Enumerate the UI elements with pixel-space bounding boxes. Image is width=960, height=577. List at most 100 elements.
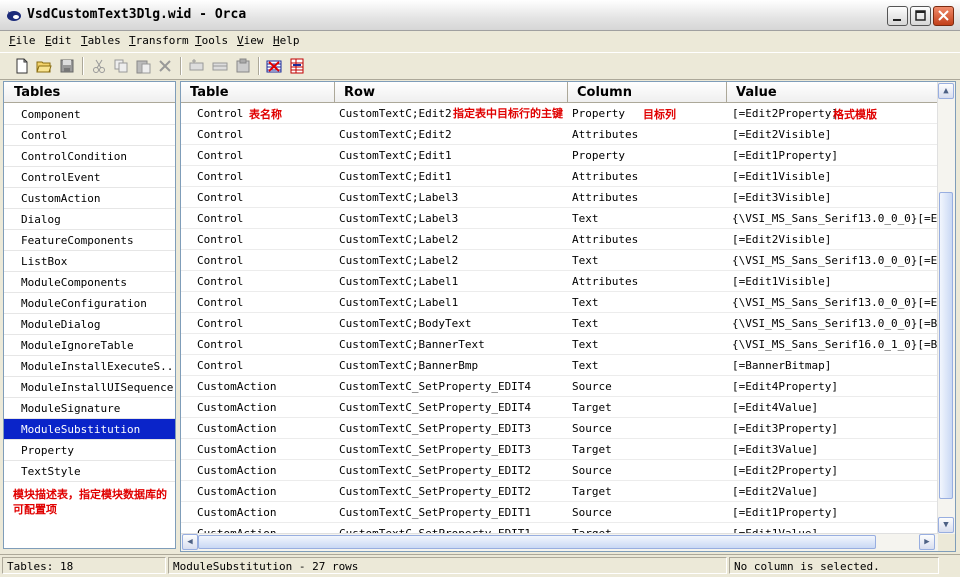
cell-value[interactable]: {\VSI_MS_Sans_Serif16.0_1_0}[=Banner [732, 338, 938, 351]
delete-icon[interactable] [157, 58, 173, 74]
column-header-row[interactable]: Row [335, 82, 568, 103]
table-list-item[interactable]: ModuleComponents [4, 272, 175, 293]
cell-table[interactable]: CustomAction [197, 401, 333, 414]
vertical-scroll-thumb[interactable] [939, 192, 953, 499]
title-bar[interactable]: VsdCustomText3Dlg.wid - Orca [0, 0, 960, 31]
table-row[interactable]: Control CustomTextC;BannerBmp Text [=Banner… [181, 355, 939, 376]
cell-table[interactable]: CustomAction [197, 485, 333, 498]
cell-row[interactable]: CustomTextC_SetProperty_EDIT3 [339, 443, 564, 456]
cell-column[interactable]: Attributes [572, 233, 725, 246]
cell-value[interactable]: [=Edit2Visible] [732, 233, 938, 246]
table-list-item[interactable]: TextStyle [4, 461, 175, 482]
table-row[interactable]: CustomAction CustomTextC_SetProperty_EDIT… [181, 460, 939, 481]
cell-row[interactable]: CustomTextC;Label2 [339, 233, 564, 246]
table-list-item[interactable]: ListBox [4, 251, 175, 272]
menu-help[interactable]: Help [273, 34, 300, 47]
menu-edit[interactable]: Edit [45, 34, 72, 47]
cell-table[interactable]: Control [197, 317, 333, 330]
cell-value[interactable]: [=Edit1Visible] [732, 275, 938, 288]
table-row[interactable]: CustomAction CustomTextC_SetProperty_EDIT… [181, 439, 939, 460]
cell-table[interactable]: Control [197, 233, 333, 246]
horizontal-scrollbar[interactable]: ◀ ▶ [181, 533, 939, 551]
cell-column[interactable]: Attributes [572, 170, 725, 183]
cell-value[interactable]: {\VSI_MS_Sans_Serif13.0_0_0}[=BodyText [732, 317, 938, 330]
cell-table[interactable]: Control [197, 254, 333, 267]
cell-table[interactable]: CustomAction [197, 506, 333, 519]
cell-row[interactable]: CustomTextC;Label1 [339, 275, 564, 288]
menu-transform[interactable]: Transform [129, 34, 189, 47]
cell-table[interactable]: Control [197, 212, 333, 225]
cell-row[interactable]: CustomTextC;BannerBmp [339, 359, 564, 372]
column-header-value[interactable]: Value [727, 82, 939, 103]
table-row[interactable]: Control CustomTextC;Edit1 Attributes [=Edit… [181, 166, 939, 187]
column-header-column[interactable]: Column [568, 82, 727, 103]
table-row[interactable]: CustomAction CustomTextC_SetProperty_EDIT… [181, 502, 939, 523]
cell-row[interactable]: CustomTextC;Label1 [339, 296, 564, 309]
cell-table[interactable]: CustomAction [197, 464, 333, 477]
cell-column[interactable]: Text [572, 296, 725, 309]
cell-value[interactable]: [=Edit3Value] [732, 443, 938, 456]
table-row[interactable]: Control CustomTextC;BodyText Text {\VSI_MS_… [181, 313, 939, 334]
properties-icon[interactable] [235, 58, 251, 74]
cell-table[interactable]: Control [197, 191, 333, 204]
cell-table[interactable]: CustomAction [197, 443, 333, 456]
cell-row[interactable]: CustomTextC;BodyText [339, 317, 564, 330]
cell-table[interactable]: Control [197, 296, 333, 309]
cell-table[interactable]: Control [197, 170, 333, 183]
cell-value[interactable]: [=Edit1Property] [732, 149, 938, 162]
minimize-button[interactable] [887, 6, 908, 26]
cell-row[interactable]: CustomTextC;BannerText [339, 338, 564, 351]
cell-row[interactable]: CustomTextC;Edit1 [339, 149, 564, 162]
table-row[interactable]: Control CustomTextC;Label1 Text {\VSI_MS_Sa… [181, 292, 939, 313]
cell-value[interactable]: {\VSI_MS_Sans_Serif13.0_0_0}[=Edit1 [732, 296, 938, 309]
table-row[interactable]: Control CustomTextC;Edit1 Property [=Edit1P… [181, 145, 939, 166]
table-list-item[interactable]: ModuleSignature [4, 398, 175, 419]
table-list-item[interactable]: ModuleInstallExecuteS... [4, 356, 175, 377]
new-file-icon[interactable] [14, 58, 30, 74]
cell-column[interactable]: Attributes [572, 128, 725, 141]
cell-table[interactable]: CustomAction [197, 380, 333, 393]
cell-value[interactable]: {\VSI_MS_Sans_Serif13.0_0_0}[=Edit3 [732, 212, 938, 225]
add-row-icon[interactable] [212, 58, 228, 74]
menu-tools[interactable]: Tools [195, 34, 228, 47]
table-row[interactable]: Control CustomTextC;Label2 Attributes [=Edi… [181, 229, 939, 250]
scroll-down-button[interactable]: ▼ [938, 517, 954, 533]
cell-value[interactable]: [=Edit3Visible] [732, 191, 938, 204]
cell-row[interactable]: CustomTextC;Label2 [339, 254, 564, 267]
cell-table[interactable]: Control [197, 359, 333, 372]
table-list-item[interactable]: ControlEvent [4, 167, 175, 188]
table-row[interactable]: Control CustomTextC;BannerText Text {\VSI_M… [181, 334, 939, 355]
cell-table[interactable]: Control [197, 275, 333, 288]
cell-row[interactable]: CustomTextC;Label3 [339, 191, 564, 204]
table-row[interactable]: CustomAction CustomTextC_SetProperty_EDIT… [181, 481, 939, 502]
cell-table[interactable]: Control [197, 149, 333, 162]
table-list-item[interactable]: Component [4, 104, 175, 125]
table-list-item[interactable]: ModuleIgnoreTable [4, 335, 175, 356]
add-table-icon[interactable] [189, 58, 205, 74]
table-list-item[interactable]: Control [4, 125, 175, 146]
cell-row[interactable]: CustomTextC_SetProperty_EDIT2 [339, 485, 564, 498]
cell-value[interactable]: [=Edit2Value] [732, 485, 938, 498]
cell-value[interactable]: [=Edit1Visible] [732, 170, 938, 183]
cell-row[interactable]: CustomTextC_SetProperty_EDIT3 [339, 422, 564, 435]
save-icon[interactable] [59, 58, 75, 74]
cell-column[interactable]: Source [572, 464, 725, 477]
table-list-item[interactable]: ModuleInstallUISequence [4, 377, 175, 398]
menu-view[interactable]: View [237, 34, 264, 47]
cut-icon[interactable] [91, 58, 107, 74]
cell-column[interactable]: Source [572, 506, 725, 519]
scroll-left-button[interactable]: ◀ [182, 534, 198, 550]
cell-column[interactable]: Source [572, 422, 725, 435]
cell-column[interactable]: Attributes [572, 191, 725, 204]
table-list-item[interactable]: Property [4, 440, 175, 461]
table-list-item[interactable]: ModuleDialog [4, 314, 175, 335]
cell-column[interactable]: Text [572, 359, 725, 372]
cell-table[interactable]: Control [197, 338, 333, 351]
table-row[interactable]: CustomAction CustomTextC_SetProperty_EDIT… [181, 418, 939, 439]
cell-row[interactable]: CustomTextC;Edit1 [339, 170, 564, 183]
tables-header[interactable]: Tables [4, 82, 175, 103]
table-row[interactable]: CustomAction CustomTextC_SetProperty_EDIT… [181, 397, 939, 418]
cell-column[interactable]: Text [572, 338, 725, 351]
cell-column[interactable]: Text [572, 317, 725, 330]
merge-icon[interactable] [289, 58, 305, 74]
